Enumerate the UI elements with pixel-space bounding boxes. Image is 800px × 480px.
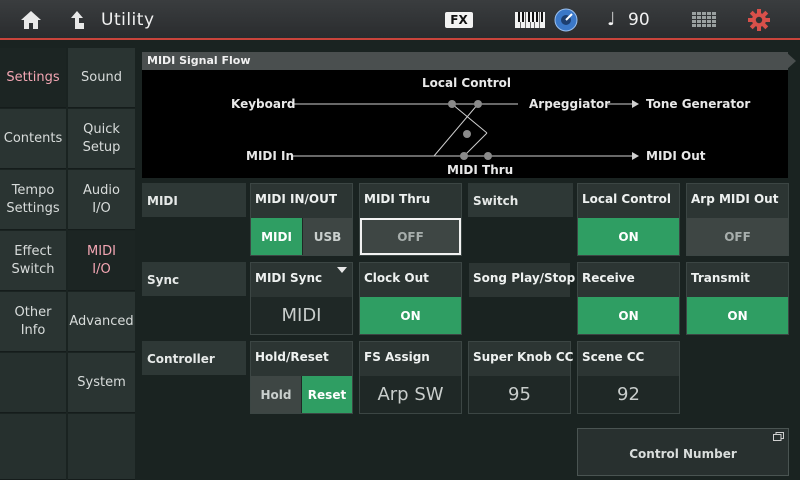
param-title: MIDI IN/OUT <box>255 192 338 206</box>
control-number-label: Control Number <box>629 447 737 461</box>
nav-audio-io[interactable]: Audio I/O <box>68 170 135 230</box>
hold-reset-param[interactable]: Hold/Reset Hold Reset <box>250 341 353 414</box>
nav-system[interactable]: System <box>68 353 135 413</box>
param-title: FS Assign <box>364 350 430 364</box>
scene-cc-param[interactable]: Scene CC 92 <box>577 341 680 414</box>
midi-option[interactable]: MIDI <box>251 218 302 255</box>
flow-midi-out: MIDI Out <box>646 149 706 163</box>
row-label-switch: Switch <box>473 194 519 208</box>
nav-empty-slot <box>0 414 66 480</box>
row-label-controller: Controller <box>147 352 215 366</box>
flow-midi-thru: MIDI Thru <box>447 163 514 177</box>
clock-out-toggle[interactable]: ON <box>360 297 461 334</box>
nav-sound[interactable]: Sound <box>68 48 135 108</box>
super-knob-cc-value[interactable]: 95 <box>469 376 570 413</box>
receive-param[interactable]: Receive ON <box>577 262 680 335</box>
up-arrow-icon <box>71 11 84 29</box>
fs-assign-value[interactable]: Arp SW <box>360 376 461 413</box>
nav-midi-io[interactable]: MIDI I/O <box>68 231 135 291</box>
gear-icon <box>748 9 770 31</box>
page-title: Utility <box>101 10 155 30</box>
tempo-value[interactable]: 90 <box>628 10 650 30</box>
top-bar: Utility FX ♩ 90 <box>0 0 800 40</box>
usb-option[interactable]: USB <box>303 218 352 255</box>
home-button[interactable] <box>10 0 52 40</box>
midi-thru-toggle[interactable]: OFF <box>360 218 461 255</box>
nav-empty-slot <box>68 414 135 480</box>
fx-button[interactable]: FX <box>445 12 473 28</box>
control-number-button[interactable]: Control Number <box>577 428 789 476</box>
param-title: MIDI Sync <box>255 271 323 285</box>
param-title: Arp MIDI Out <box>691 192 779 206</box>
scene-cc-value[interactable]: 92 <box>578 376 679 413</box>
midi-thru-param[interactable]: MIDI Thru OFF <box>359 183 462 256</box>
param-title: Clock Out <box>364 271 429 285</box>
param-title: Transmit <box>691 271 750 285</box>
hold-option[interactable]: Hold <box>251 376 301 413</box>
nav-contents[interactable]: Contents <box>0 109 66 169</box>
receive-toggle[interactable]: ON <box>578 297 679 334</box>
home-icon <box>21 11 41 29</box>
midi-in-out-param[interactable]: MIDI IN/OUT MIDI USB <box>250 183 353 256</box>
dial-icon <box>554 8 578 32</box>
keyboard-icon <box>515 12 545 28</box>
param-title: Hold/Reset <box>255 350 329 364</box>
nav-advanced[interactable]: Advanced <box>68 292 135 352</box>
param-title: MIDI Thru <box>364 192 431 206</box>
param-title: Scene CC <box>582 350 645 364</box>
row-label-midi: MIDI <box>147 194 178 208</box>
midi-sync-param[interactable]: MIDI Sync MIDI <box>250 262 353 335</box>
fs-assign-param[interactable]: FS Assign Arp SW <box>359 341 462 414</box>
param-title: Super Knob CC <box>473 350 574 364</box>
nav-empty-slot <box>0 353 66 413</box>
dial-button[interactable] <box>553 0 579 40</box>
reset-option[interactable]: Reset <box>302 376 352 413</box>
tempo-note-icon: ♩ <box>607 9 616 30</box>
flow-local-control: Local Control <box>422 76 511 90</box>
popup-icon <box>773 432 784 441</box>
nav-tempo-settings[interactable]: Tempo Settings <box>0 170 66 230</box>
local-control-toggle[interactable]: ON <box>578 218 679 255</box>
param-title: Receive <box>582 271 635 285</box>
arp-midi-out-param[interactable]: Arp MIDI Out OFF <box>686 183 789 256</box>
midi-signal-flow-diagram: MIDI Signal Flow Keyboard Local Control … <box>142 52 796 178</box>
flow-arpeggiator: Arpeggiator <box>529 97 611 111</box>
up-button[interactable] <box>62 0 92 40</box>
settings-button[interactable] <box>745 0 773 40</box>
row-label-sync: Sync <box>147 273 180 287</box>
nav-effect-switch[interactable]: Effect Switch <box>0 231 66 291</box>
clock-out-param[interactable]: Clock Out ON <box>359 262 462 335</box>
nav-other-info[interactable]: Other Info <box>0 292 66 352</box>
param-title: Song Play/Stop <box>473 271 576 285</box>
local-control-param[interactable]: Local Control ON <box>577 183 680 256</box>
super-knob-cc-param[interactable]: Super Knob CC 95 <box>468 341 574 414</box>
dropdown-arrow-icon <box>337 267 347 273</box>
nav-settings[interactable]: Settings <box>0 48 66 108</box>
param-title: Local Control <box>582 192 671 206</box>
transmit-toggle[interactable]: ON <box>687 297 788 334</box>
midi-sync-value[interactable]: MIDI <box>251 297 352 334</box>
grid-button[interactable] <box>690 0 718 40</box>
keyboard-button[interactable] <box>514 0 546 40</box>
flow-tone-generator: Tone Generator <box>646 97 751 111</box>
nav-quick-setup[interactable]: Quick Setup <box>68 109 135 169</box>
flow-keyboard: Keyboard <box>231 97 296 111</box>
transmit-param[interactable]: Transmit ON <box>686 262 789 335</box>
arp-midi-out-toggle[interactable]: OFF <box>687 218 788 255</box>
grid-icon <box>692 12 716 27</box>
flow-midi-in: MIDI In <box>246 149 295 163</box>
song-play-stop-header: Song Play/Stop <box>468 262 575 335</box>
